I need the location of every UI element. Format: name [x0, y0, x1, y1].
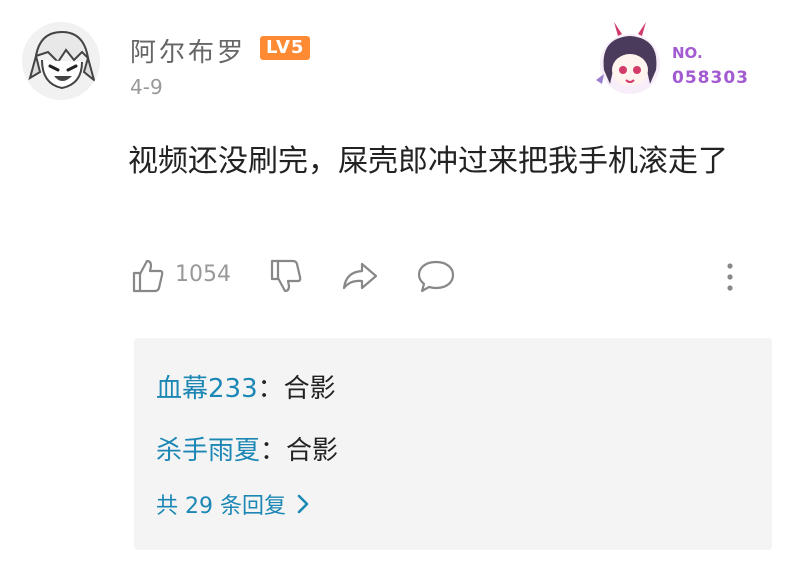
reply-item[interactable]: 杀手雨夏：合影	[156, 430, 338, 467]
reply-icon[interactable]	[416, 258, 456, 294]
view-all-replies-link[interactable]: 共 29 条回复	[156, 488, 310, 520]
fan-badge[interactable]: NO. 058303	[590, 20, 770, 100]
comment-date: 4-9	[130, 75, 163, 99]
fan-badge-number: 058303	[672, 68, 749, 88]
comment-text: 视频还没刷完，屎壳郎冲过来把我手机滚走了	[128, 144, 728, 179]
dislike-icon[interactable]	[268, 258, 304, 294]
reply-separator: ：	[257, 374, 284, 404]
like-icon[interactable]	[130, 258, 166, 294]
like-count: 1054	[175, 262, 231, 287]
avatar-illustration	[22, 22, 100, 100]
reply-separator: ：	[260, 436, 287, 466]
chevron-right-icon	[297, 494, 309, 514]
avatar[interactable]	[22, 22, 100, 100]
reply-text: 合影	[286, 436, 339, 466]
reply-item[interactable]: 血幕233：合影	[156, 368, 336, 405]
more-options-icon[interactable]	[720, 262, 740, 292]
fan-badge-avatar-icon	[596, 22, 660, 94]
share-icon[interactable]	[340, 258, 380, 294]
reply-count-text: 共 29 条回复	[156, 494, 286, 519]
reply-author[interactable]: 杀手雨夏	[156, 436, 260, 466]
reply-text: 合影	[283, 374, 336, 404]
reply-author[interactable]: 血幕233	[156, 374, 258, 404]
level-badge: LV5	[260, 36, 311, 60]
fan-badge-label: NO.	[672, 44, 703, 62]
username[interactable]: 阿尔布罗	[130, 32, 246, 69]
replies-panel: 血幕233：合影 杀手雨夏：合影 共 29 条回复	[134, 338, 772, 550]
